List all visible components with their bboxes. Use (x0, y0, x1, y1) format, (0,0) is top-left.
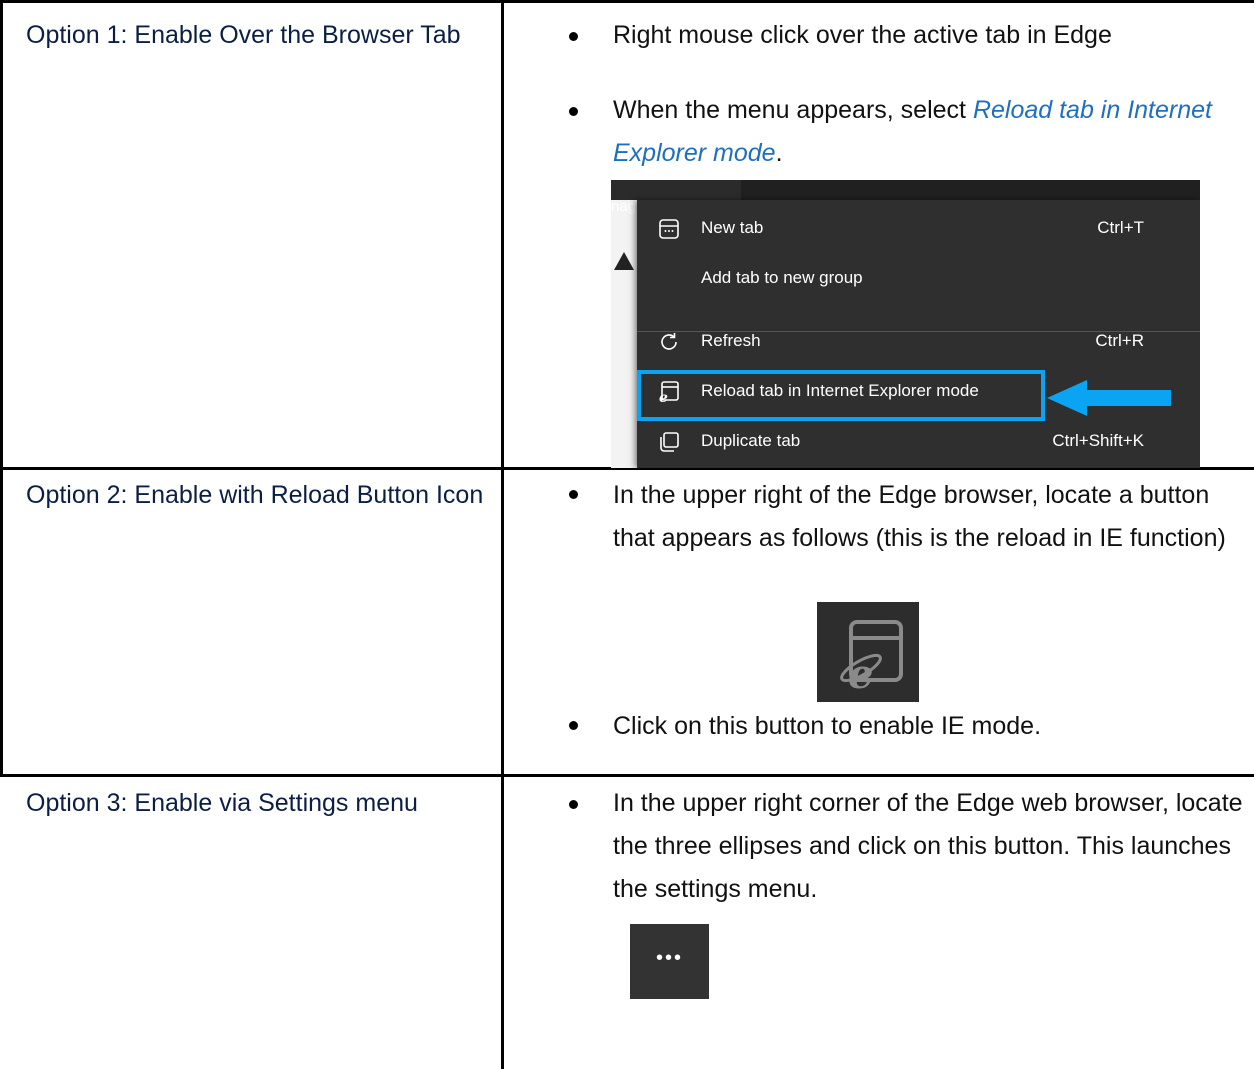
highlight-box (637, 370, 1045, 421)
table-border-left (0, 0, 3, 775)
bullet-point (569, 107, 578, 116)
options-table: Option 1: Enable Over the Browser Tab Ri… (0, 0, 1254, 1069)
refresh-icon (661, 333, 677, 350)
new-tab-icon (659, 219, 679, 239)
menu-item-shortcut: Ctrl+Shift+K (1052, 431, 1144, 450)
bullet-point (569, 32, 578, 41)
ellipsis-icon: ••• (655, 947, 683, 969)
menu-item-label: Add tab to new group (701, 268, 863, 287)
menu-item-shortcut: Ctrl+T (1097, 218, 1144, 237)
option-2-label: Option 2: Enable with Reload Button Icon (26, 481, 484, 509)
table-border-top (0, 0, 1254, 3)
pointer-arrow-icon (1047, 380, 1171, 416)
settings-ellipsis-button[interactable]: ••• (630, 924, 709, 999)
option-1-step-1: Right mouse click over the active tab in… (613, 21, 1112, 49)
tab-title-fragment: nag (611, 198, 637, 215)
table-column-divider (501, 0, 504, 1069)
menu-item-label: Refresh (701, 331, 761, 350)
bullet-point (569, 721, 578, 730)
menu-item-label: Duplicate tab (701, 431, 801, 450)
menu-item-refresh[interactable]: Refresh Ctrl+R (637, 319, 1200, 365)
option-3-step-1: In the upper right corner of the Edge we… (613, 789, 1243, 903)
option-1-step-2: When the menu appears, select Reload tab… (613, 89, 1213, 175)
step-text: When the menu appears, select (613, 96, 973, 124)
option-2-step-2: Click on this button to enable IE mode. (613, 712, 1042, 740)
warning-icon (614, 252, 634, 270)
menu-item-label: New tab (701, 218, 764, 237)
step-text-end: . (775, 139, 783, 167)
option-2-step-1: In the upper right of the Edge browser, … (613, 481, 1226, 552)
ie-mode-icon: e (840, 620, 903, 698)
menu-item-duplicate-tab[interactable]: Duplicate tab Ctrl+Shift+K (637, 419, 1200, 465)
svg-text:e: e (848, 651, 873, 698)
menu-item-add-tab-to-group[interactable]: Add tab to new group (637, 256, 1200, 302)
reload-in-ie-button[interactable]: e (817, 602, 919, 702)
table-row-divider (0, 774, 1254, 777)
active-tab (611, 180, 741, 200)
bullet-point (569, 800, 578, 809)
bullet-point (569, 490, 578, 499)
option-1-label: Option 1: Enable Over the Browser Tab (26, 21, 461, 49)
edge-context-menu-screenshot: nag New tab Ctrl+T Add tab to new group … (611, 180, 1200, 468)
menu-item-shortcut: Ctrl+R (1095, 331, 1144, 350)
menu-item-new-tab[interactable]: New tab Ctrl+T (637, 206, 1200, 252)
context-menu: New tab Ctrl+T Add tab to new group Refr… (637, 200, 1200, 468)
duplicate-tab-icon (660, 432, 679, 452)
option-3-label: Option 3: Enable via Settings menu (26, 789, 418, 817)
